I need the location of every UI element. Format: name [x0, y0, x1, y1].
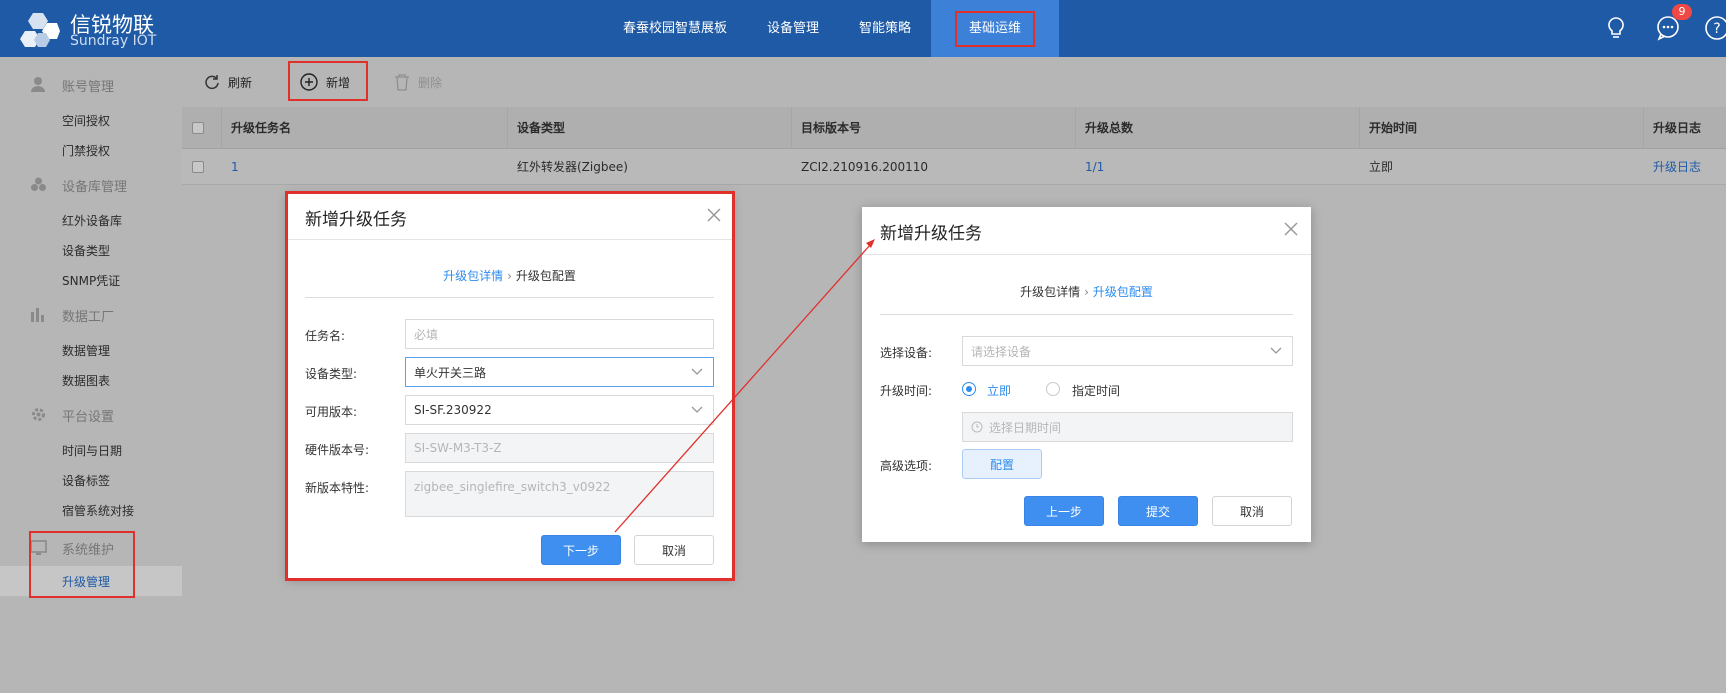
- advanced-options-label: 高级选项:: [880, 459, 933, 473]
- prev-step-button[interactable]: 上一步: [1024, 496, 1104, 526]
- sidebar-group-label: 设备库管理: [62, 180, 128, 195]
- highlight-box: [29, 531, 135, 598]
- nav-basic-ops[interactable]: 基础运维: [931, 0, 1060, 57]
- sidebar-item-ir-lib[interactable]: 红外设备库: [62, 212, 122, 229]
- chart-icon: [31, 308, 44, 322]
- top-nav: 春蚕校园智慧展板 设备管理 智能策略 基础运维: [603, 0, 1060, 57]
- sidebar-group-data-factory[interactable]: 数据工厂: [0, 299, 182, 329]
- sidebar-item-device-type[interactable]: 设备类型: [62, 242, 110, 259]
- dialog-title: 新增升级任务: [880, 224, 982, 244]
- sidebar-group-label: 平台设置: [62, 410, 115, 425]
- new-task-dialog-step2: 新增升级任务 升级包详情 › 升级包配置 选择设备: 请选择设备 升级时间: 立即 …: [862, 207, 1311, 542]
- sidebar-group-platform[interactable]: 平台设置: [0, 399, 182, 429]
- sidebar-item-data-mgmt[interactable]: 数据管理: [62, 342, 110, 359]
- sidebar-item-dorm-system[interactable]: 宿管系统对接: [62, 502, 134, 519]
- datetime-placeholder: 选择日期时间: [989, 420, 1062, 435]
- highlight-box: [288, 61, 368, 101]
- select-device-placeholder: 请选择设备: [971, 344, 1032, 359]
- radio-now-label[interactable]: 立即: [987, 382, 1011, 399]
- step-indicator: 升级包详情 › 升级包配置: [862, 283, 1311, 300]
- logo-mark-icon: [20, 13, 60, 47]
- sidebar-item-datetime[interactable]: 时间与日期: [62, 442, 122, 459]
- highlight-box: [285, 191, 735, 581]
- submit-button[interactable]: 提交: [1118, 496, 1198, 526]
- refresh-icon: [205, 75, 219, 90]
- col-upgrade-log[interactable]: 升级日志: [1643, 107, 1701, 148]
- sidebar: 账号管理 空间授权 门禁授权 设备库管理 红外设备库 设备类型 SNMP凭证 数…: [0, 57, 182, 693]
- refresh-button[interactable]: 刷新: [204, 71, 252, 93]
- gear-icon: [32, 408, 45, 421]
- radio-now[interactable]: [962, 382, 976, 396]
- select-all-checkbox[interactable]: [192, 107, 212, 148]
- col-upgrade-total[interactable]: 升级总数: [1075, 107, 1133, 148]
- sidebar-group-account[interactable]: 账号管理: [0, 69, 182, 99]
- col-task-name[interactable]: 升级任务名: [221, 107, 291, 148]
- step-package-config: 升级包配置: [1092, 285, 1153, 299]
- top-header: 信锐物联 Sundray IOT 春蚕校园智慧展板 设备管理 智能策略 基础运维…: [0, 0, 1726, 57]
- sidebar-item-space-auth[interactable]: 空间授权: [62, 112, 110, 129]
- lightbulb-icon[interactable]: [1603, 15, 1629, 41]
- select-device-dropdown[interactable]: 请选择设备: [962, 336, 1293, 366]
- cell-target-version: ZCI2.210916.200110: [801, 159, 929, 174]
- refresh-label: 刷新: [228, 75, 253, 90]
- col-start-time[interactable]: 开始时间: [1359, 107, 1417, 148]
- sidebar-group-label: 账号管理: [62, 80, 115, 95]
- cancel-button[interactable]: 取消: [1212, 496, 1292, 526]
- step-package-detail: 升级包详情: [1020, 285, 1081, 299]
- close-icon[interactable]: [1281, 219, 1301, 239]
- chevron-down-icon: [1270, 347, 1282, 354]
- cell-task-name[interactable]: 1: [221, 149, 239, 184]
- table-row[interactable]: 1 红外转发器(Zigbee) ZCI2.210916.200110 1/1 立…: [182, 149, 1726, 185]
- toolbar: 刷新 新增 删除: [182, 57, 1726, 107]
- col-device-type[interactable]: 设备类型: [507, 107, 565, 148]
- logo[interactable]: 信锐物联 Sundray IOT: [20, 6, 170, 52]
- logo-subtitle: Sundray IOT: [70, 33, 157, 49]
- datetime-picker: 选择日期时间: [962, 412, 1293, 442]
- nav-basic-ops-label: 基础运维: [955, 10, 1036, 47]
- sidebar-item-data-chart[interactable]: 数据图表: [62, 372, 110, 389]
- cell-start-time: 立即: [1369, 160, 1394, 174]
- nav-campus-board[interactable]: 春蚕校园智慧展板: [603, 0, 747, 57]
- notification-badge: 9: [1672, 4, 1692, 20]
- svg-text:?: ?: [1713, 21, 1720, 37]
- trash-icon: [395, 74, 409, 91]
- table-header: 升级任务名 设备类型 目标版本号 升级总数 开始时间 升级日志: [182, 107, 1726, 149]
- col-target-version[interactable]: 目标版本号: [791, 107, 861, 148]
- cell-upgrade-total[interactable]: 1/1: [1075, 149, 1104, 184]
- radio-scheduled[interactable]: [1046, 382, 1060, 396]
- radio-scheduled-label[interactable]: 指定时间: [1072, 382, 1120, 399]
- delete-button[interactable]: 删除: [394, 71, 442, 93]
- upgrade-time-label: 升级时间:: [880, 384, 933, 398]
- sidebar-item-snmp[interactable]: SNMP凭证: [62, 272, 120, 289]
- sidebar-group-device-lib[interactable]: 设备库管理: [0, 169, 182, 199]
- cube-icon: [31, 177, 46, 191]
- user-icon: [31, 77, 45, 92]
- delete-label: 删除: [418, 75, 443, 90]
- sidebar-group-label: 数据工厂: [62, 310, 115, 325]
- config-button[interactable]: 配置: [962, 449, 1042, 479]
- cell-device-type: 红外转发器(Zigbee): [517, 160, 628, 174]
- nav-device-management[interactable]: 设备管理: [747, 0, 839, 57]
- sidebar-item-device-tag[interactable]: 设备标签: [62, 472, 110, 489]
- chevron-right-icon: ›: [1084, 285, 1089, 299]
- row-checkbox[interactable]: [192, 149, 212, 184]
- help-icon[interactable]: ?: [1704, 15, 1726, 41]
- nav-smart-strategy[interactable]: 智能策略: [839, 0, 931, 57]
- clock-icon: [971, 421, 983, 433]
- sidebar-item-door-auth[interactable]: 门禁授权: [62, 142, 110, 159]
- select-device-label: 选择设备:: [880, 346, 933, 360]
- cell-upgrade-log-link[interactable]: 升级日志: [1643, 149, 1701, 184]
